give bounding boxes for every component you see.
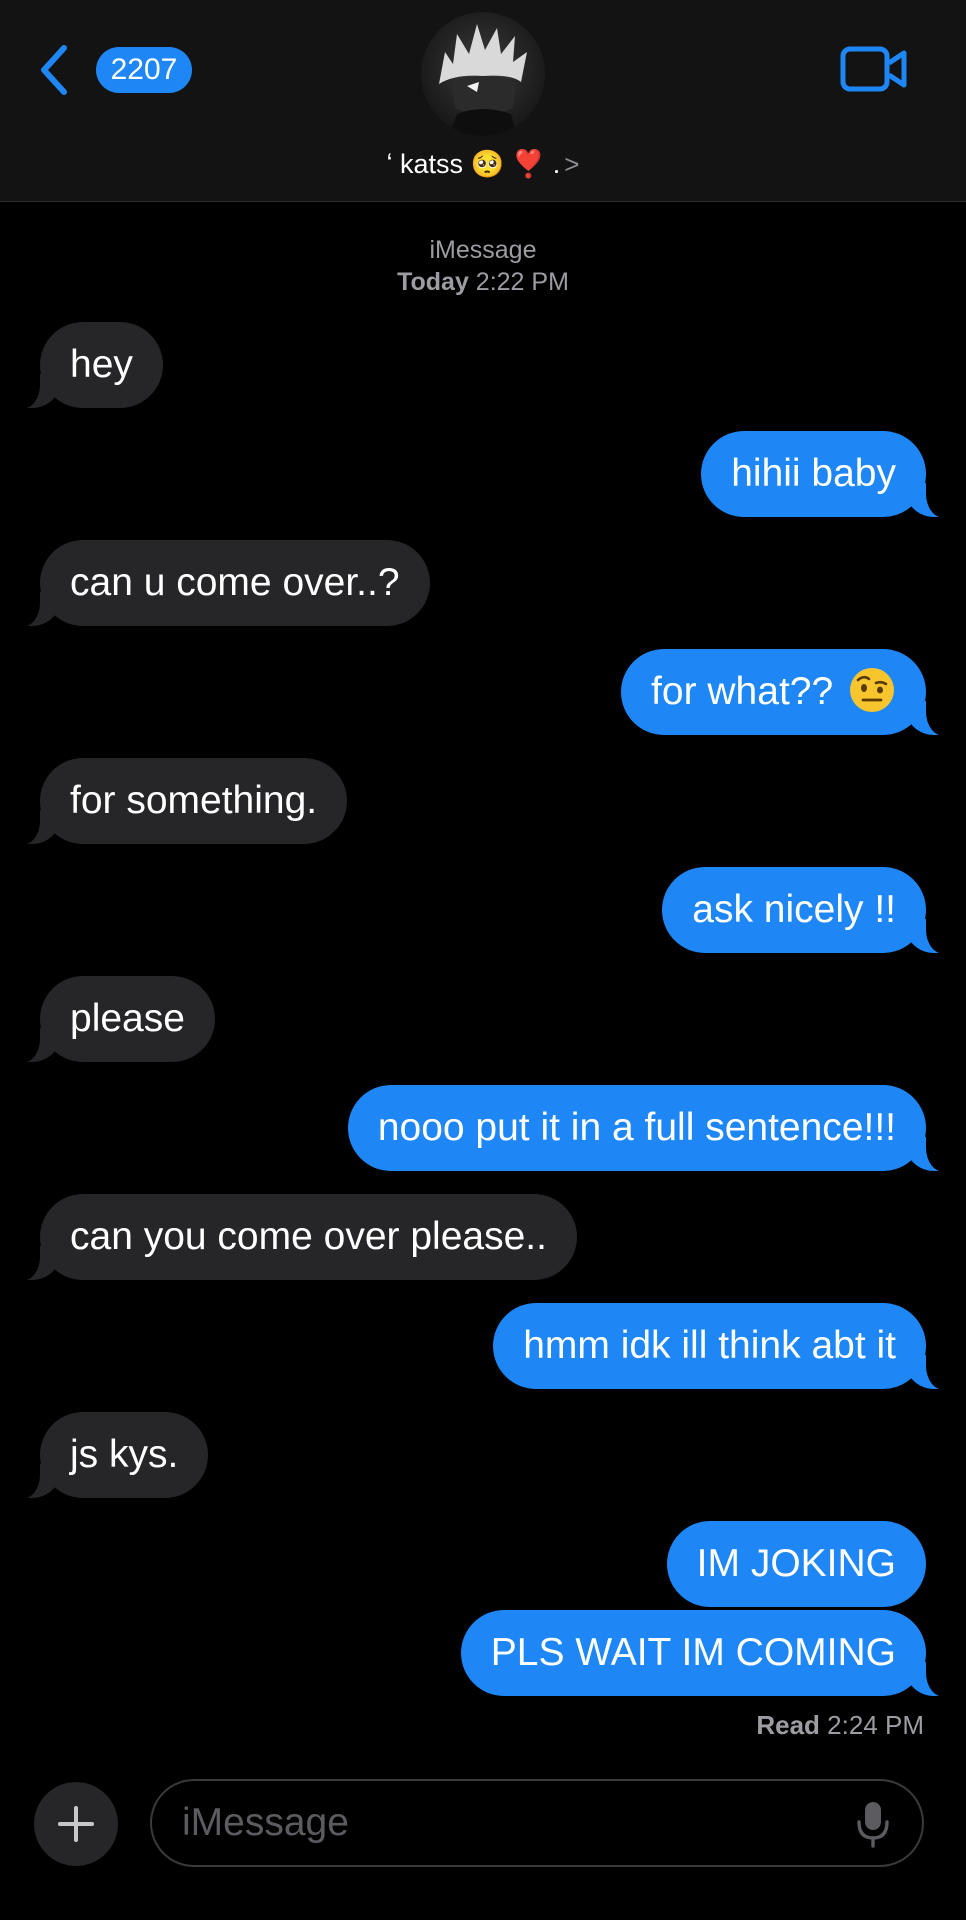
outgoing-message[interactable]: nooo put it in a full sentence!!! xyxy=(347,1085,949,1172)
message-text: hmm idk ill think abt it xyxy=(523,1324,896,1367)
facetime-video-icon[interactable] xyxy=(840,46,908,92)
back-chevron-icon[interactable] xyxy=(36,42,72,98)
thread-time: 2:22 PM xyxy=(475,268,569,296)
thread-timestamp: Today 2:22 PM xyxy=(0,266,966,298)
outgoing-message[interactable]: IM JOKING xyxy=(666,1521,926,1607)
incoming-message[interactable]: for something. xyxy=(17,758,348,845)
message-text: IM JOKING xyxy=(696,1542,896,1585)
chevron-right-icon: > xyxy=(564,149,580,179)
message-text: please xyxy=(70,997,185,1040)
conversation-header: 2207 ʻ katss 🥺 ❣️ . > xyxy=(0,0,966,202)
microphone-icon[interactable] xyxy=(856,1800,890,1848)
outgoing-message[interactable]: hmm idk ill think abt it xyxy=(493,1303,948,1390)
incoming-message[interactable]: can you come over please.. xyxy=(18,1194,577,1281)
unread-count-badge[interactable]: 2207 xyxy=(96,47,192,93)
contact-name[interactable]: ʻ katss 🥺 ❣️ . > xyxy=(0,142,966,186)
message-input[interactable] xyxy=(150,1779,924,1867)
incoming-message[interactable]: js kys. xyxy=(17,1412,209,1499)
message-text: js kys. xyxy=(70,1433,179,1476)
contact-name-text: ʻ katss 🥺 ❣️ . xyxy=(386,149,561,179)
contact-avatar[interactable] xyxy=(421,12,545,136)
message-text: can u come over..? xyxy=(70,561,400,604)
message-text: ask nicely !! xyxy=(692,888,896,931)
message-text: nooo put it in a full sentence!!! xyxy=(377,1106,896,1149)
outgoing-message[interactable]: ask nicely !! xyxy=(662,867,948,954)
read-receipt-time: 2:24 PM xyxy=(827,1710,924,1740)
incoming-message[interactable]: hey xyxy=(18,322,163,409)
outgoing-message[interactable]: for what?? xyxy=(621,649,948,736)
raised-eyebrow-emoji-icon xyxy=(850,667,894,712)
apps-plus-button[interactable] xyxy=(34,1782,118,1866)
message-text: for something. xyxy=(70,779,318,822)
read-receipt-label: Read xyxy=(756,1710,820,1740)
thread-date: Today xyxy=(397,268,469,296)
outgoing-message[interactable]: hihii baby xyxy=(701,431,948,518)
message-text: PLS WAIT IM COMING xyxy=(490,1631,896,1674)
service-label: iMessage xyxy=(429,236,537,264)
message-text: hey xyxy=(70,343,133,386)
incoming-message[interactable]: please xyxy=(18,976,215,1063)
plus-icon xyxy=(58,1806,94,1842)
outgoing-message[interactable]: PLS WAIT IM COMING xyxy=(460,1610,949,1697)
message-text: for what?? xyxy=(651,670,834,713)
read-receipt: Read 2:24 PM xyxy=(756,1708,924,1742)
message-text: hihii baby xyxy=(731,452,896,495)
message-text: can you come over please.. xyxy=(70,1215,547,1258)
incoming-message[interactable]: can u come over..? xyxy=(18,540,430,627)
